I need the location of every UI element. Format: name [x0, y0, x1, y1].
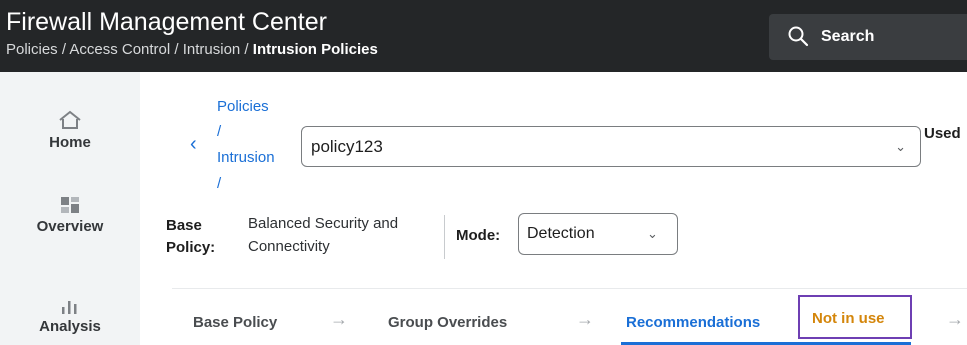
home-icon	[59, 110, 81, 129]
search-button[interactable]: Search	[769, 14, 967, 60]
mode-label: Mode:	[456, 227, 501, 244]
tab-group-overrides[interactable]: Group Overrides	[388, 314, 507, 331]
base-policy-key: Base Policy:	[166, 217, 216, 256]
sidebar-item-overview[interactable]: Overview	[0, 196, 140, 235]
mode-select[interactable]: Detection ⌄	[518, 213, 678, 255]
breadcrumb-current: Intrusion Policies	[252, 41, 378, 58]
dashboard-icon	[61, 197, 79, 213]
divider	[444, 215, 445, 259]
base-policy-value: Balanced Security and Connectivity	[248, 215, 399, 255]
used-label: Used	[924, 125, 961, 142]
back-path-policies[interactable]: Policies	[217, 98, 269, 115]
search-label: Search	[821, 28, 875, 45]
mode-select-value: Detection	[527, 225, 595, 242]
breadcrumb-path[interactable]: Policies / Access Control / Intrusion /	[6, 41, 253, 58]
back-path-separator: /	[217, 123, 222, 140]
app-title: Firewall Management Center	[6, 8, 327, 36]
sidebar-item-analysis[interactable]: Analysis	[0, 298, 140, 335]
chevron-down-icon: ⌄	[647, 226, 658, 241]
back-path-separator: /	[217, 175, 222, 192]
sidebar-item-label: Home	[49, 134, 91, 151]
status-text: Not in use	[812, 310, 885, 327]
top-bar: Firewall Management Center Policies / Ac…	[0, 0, 967, 72]
sidebar: Home Overview Analysis	[0, 72, 140, 345]
arrow-right-icon: →	[946, 309, 964, 329]
recommendation-status-badge: Not in use	[798, 295, 912, 339]
policy-select[interactable]: policy123 ⌄	[301, 126, 921, 167]
sidebar-item-label: Analysis	[39, 318, 101, 335]
arrow-right-icon: →	[576, 309, 594, 329]
back-chevron-icon[interactable]: ‹	[190, 133, 197, 156]
breadcrumb: Policies / Access Control / Intrusion / …	[6, 41, 378, 58]
sidebar-item-label: Overview	[36, 218, 104, 235]
tab-recommendations[interactable]: Recommendations	[626, 314, 760, 331]
tab-base-policy[interactable]: Base Policy	[193, 314, 277, 331]
bar-chart-icon	[62, 301, 77, 314]
arrow-right-icon: →	[330, 309, 348, 329]
sidebar-item-home[interactable]: Home	[0, 110, 140, 151]
chevron-down-icon: ⌄	[895, 139, 906, 154]
search-icon	[788, 26, 809, 47]
policy-select-value: policy123	[311, 137, 383, 156]
back-path-intrusion[interactable]: Intrusion	[217, 149, 275, 166]
